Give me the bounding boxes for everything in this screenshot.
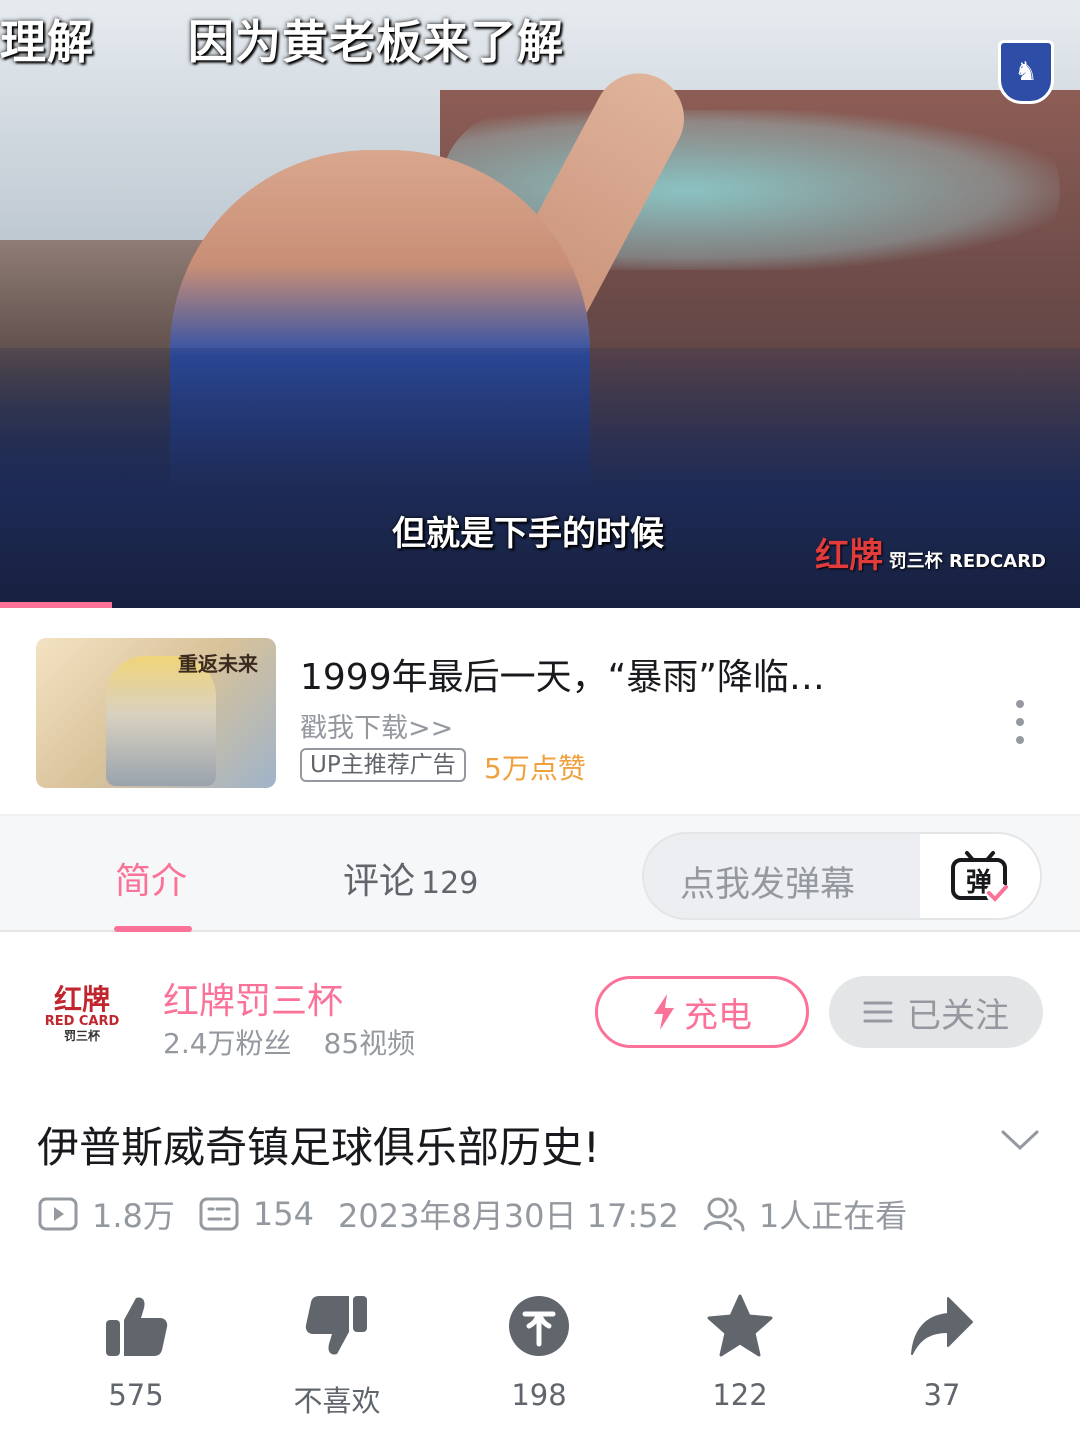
action-bar: 575 不喜欢 198 122 37 bbox=[0, 1288, 1080, 1428]
ad-thumbnail-logo: 重返未来 bbox=[178, 652, 258, 676]
watermark-main: 红牌 bbox=[815, 536, 884, 576]
ad-title[interactable]: 1999年最后一天，“暴雨”降临… bbox=[300, 648, 825, 700]
subtitle-bottom: 但就是下手的时候 bbox=[392, 514, 664, 554]
avatar-line1: 红牌 bbox=[53, 983, 110, 1016]
danmaku-count-icon bbox=[199, 1197, 239, 1231]
ad-card[interactable]: 重返未来 1999年最后一天，“暴雨”降临… 戳我下载>> UP主推荐广告 5万… bbox=[0, 608, 1080, 816]
like-button[interactable]: 575 bbox=[66, 1288, 206, 1412]
ad-tag: UP主推荐广告 bbox=[300, 748, 466, 782]
share-count: 37 bbox=[923, 1378, 961, 1412]
charge-button[interactable]: 充电 bbox=[595, 976, 809, 1048]
charge-label: 充电 bbox=[684, 995, 752, 1036]
ad-likes: 5万点赞 bbox=[484, 752, 586, 785]
thumbs-down-icon bbox=[305, 1296, 367, 1355]
ad-thumbnail[interactable]: 重返未来 bbox=[36, 638, 276, 788]
danmu-placeholder: 点我发弹幕 bbox=[680, 865, 856, 905]
danmu-icon: 弹 bbox=[951, 851, 1008, 904]
favorite-count: 122 bbox=[712, 1378, 768, 1412]
video-title: 伊普斯威奇镇足球俱乐部历史! bbox=[37, 1123, 600, 1172]
tab-intro[interactable]: 简介 bbox=[115, 852, 187, 904]
subtitle-top-main: 因为黄老板来了解 bbox=[188, 15, 564, 69]
danmaku-stat: 154 bbox=[199, 1195, 314, 1233]
lightning-icon bbox=[654, 994, 674, 1030]
share-icon bbox=[911, 1297, 973, 1355]
tab-bar: 简介 评论 129 点我发弹幕 弹 bbox=[0, 816, 1080, 932]
favorite-button[interactable]: 122 bbox=[670, 1288, 810, 1412]
tab-comments-count: 129 bbox=[421, 866, 479, 901]
channel-watermark: 红牌 罚三杯 REDCARD bbox=[815, 528, 1046, 577]
video-meta: 1.8万 154 2023年8月30日 17:52 1人正在看 bbox=[38, 1192, 931, 1236]
uploader-stats: 2.4万粉丝 85视频 bbox=[163, 1022, 415, 1062]
dislike-label: 不喜欢 bbox=[293, 1384, 381, 1418]
more-vertical-icon[interactable] bbox=[1000, 700, 1040, 744]
views-stat: 1.8万 bbox=[38, 1191, 175, 1237]
uploader-fans: 2.4万粉丝 bbox=[163, 1027, 292, 1060]
watching-stat: 1人正在看 bbox=[703, 1191, 907, 1237]
uploader-videos: 85视频 bbox=[323, 1027, 416, 1060]
tab-comments-label: 评论 bbox=[343, 861, 416, 902]
coin-button[interactable]: 198 bbox=[469, 1288, 609, 1412]
watching-people-icon bbox=[703, 1197, 745, 1232]
club-crest-icon: ♞ bbox=[998, 40, 1054, 104]
tab-comments[interactable]: 评论 129 bbox=[343, 852, 478, 904]
watching-count: 1人正在看 bbox=[758, 1197, 908, 1235]
uploader-row: 红牌 RED CARD 罚三杯 红牌罚三杯 2.4万粉丝 85视频 充电 已关注 bbox=[0, 932, 1080, 1084]
followed-button[interactable]: 已关注 bbox=[829, 976, 1043, 1048]
like-count: 575 bbox=[108, 1378, 164, 1412]
menu-icon bbox=[863, 1001, 893, 1023]
chevron-down-icon[interactable] bbox=[1000, 1128, 1040, 1152]
coin-count: 198 bbox=[511, 1378, 567, 1412]
ad-download-link[interactable]: 戳我下载>> bbox=[300, 706, 453, 745]
danmu-input[interactable]: 点我发弹幕 弹 bbox=[642, 832, 1042, 920]
avatar-line3: 罚三杯 bbox=[63, 1029, 100, 1043]
play-count-icon bbox=[38, 1197, 78, 1231]
danmaku-count: 154 bbox=[252, 1195, 314, 1233]
share-button[interactable]: 37 bbox=[872, 1288, 1012, 1412]
uploader-name[interactable]: 红牌罚三杯 bbox=[163, 972, 343, 1024]
thumbs-up-icon bbox=[106, 1297, 168, 1356]
dislike-button[interactable]: 不喜欢 bbox=[267, 1288, 407, 1420]
publish-date: 2023年8月30日 17:52 bbox=[337, 1197, 679, 1235]
views-count: 1.8万 bbox=[92, 1197, 175, 1235]
video-player[interactable]: 理解 因为黄老板来了解 ♞ 但就是下手的时候 红牌 罚三杯 REDCARD bbox=[0, 0, 1080, 608]
danmu-toggle-button[interactable]: 弹 bbox=[920, 834, 1040, 918]
watermark-sub: 罚三杯 REDCARD bbox=[888, 551, 1046, 572]
avatar-line2: RED CARD bbox=[44, 1014, 120, 1029]
subtitle-top-left: 理解 bbox=[0, 15, 94, 69]
star-icon bbox=[707, 1294, 773, 1357]
followed-label: 已关注 bbox=[907, 995, 1009, 1036]
coin-icon bbox=[509, 1296, 569, 1356]
avatar[interactable]: 红牌 RED CARD 罚三杯 bbox=[44, 976, 120, 1052]
